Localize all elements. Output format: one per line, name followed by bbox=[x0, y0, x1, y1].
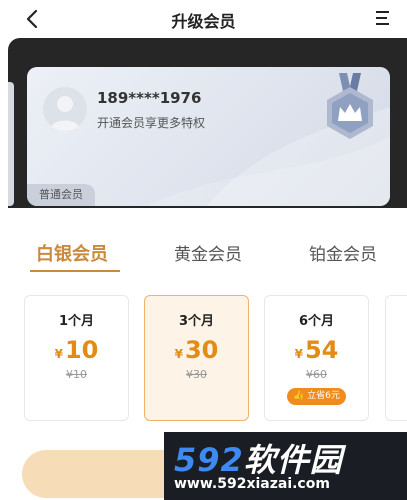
menu-icon[interactable] bbox=[373, 8, 393, 28]
membership-tabs: 白银会员 黄金会员 铂金会员 bbox=[0, 232, 407, 277]
watermark-digits: 592 bbox=[174, 441, 244, 479]
currency-symbol: ¥ bbox=[174, 347, 183, 361]
original-price: ¥60 bbox=[306, 368, 327, 381]
currency-symbol: ¥ bbox=[294, 347, 303, 361]
tab-platinum[interactable]: 铂金会员 bbox=[309, 240, 377, 265]
tab-silver[interactable]: 白银会员 bbox=[36, 240, 108, 266]
price-value: 54 bbox=[304, 336, 339, 364]
plan-duration: 3个月 bbox=[178, 314, 215, 329]
plan-card-3-months[interactable]: 3个月 ¥30 ¥30 bbox=[144, 295, 249, 421]
plan-duration: 6个月 bbox=[298, 314, 335, 329]
original-price: ¥30 bbox=[186, 368, 207, 381]
watermark-text: 软件园 bbox=[243, 441, 343, 479]
tab-gold[interactable]: 黄金会员 bbox=[174, 240, 242, 265]
plan-duration: 1个月 bbox=[58, 314, 95, 329]
active-tab-indicator bbox=[30, 270, 120, 272]
thumbs-up-icon: 👍 bbox=[293, 391, 305, 401]
original-price: ¥10 bbox=[66, 368, 87, 381]
watermark-logo: 592软件园 bbox=[174, 435, 343, 481]
plan-card-6-months[interactable]: 6个月 ¥54 ¥60 👍 立省6元 bbox=[264, 295, 369, 421]
savings-badge: 👍 立省6元 bbox=[287, 388, 346, 405]
plan-card-1-month[interactable]: 1个月 ¥10 ¥10 bbox=[24, 295, 129, 421]
plan-price: ¥30 bbox=[145, 336, 248, 364]
member-level-badge: 普通会员 bbox=[27, 184, 95, 206]
price-value: 10 bbox=[64, 336, 99, 364]
plan-price: ¥10 bbox=[25, 336, 128, 364]
user-phone: 189****1976 bbox=[97, 89, 202, 107]
previous-card-edge[interactable] bbox=[8, 82, 14, 206]
next-plan-card-edge[interactable] bbox=[385, 295, 407, 421]
membership-card: 189****1976 开通会员享更多特权 普通会员 bbox=[27, 67, 390, 206]
savings-text: 立省6元 bbox=[307, 391, 340, 401]
watermark-overlay: 592软件园 www.592xiazai.com bbox=[164, 432, 407, 500]
currency-symbol: ¥ bbox=[54, 347, 63, 361]
top-bar: 升级会员 bbox=[0, 0, 407, 38]
watermark-url: www.592xiazai.com bbox=[174, 476, 330, 492]
crown-medal-icon bbox=[327, 73, 373, 139]
page-title: 升级会员 bbox=[171, 12, 236, 31]
avatar-placeholder-icon bbox=[49, 96, 81, 131]
promo-text: 开通会员享更多特权 bbox=[97, 116, 206, 130]
price-value: 30 bbox=[184, 336, 219, 364]
plan-price: ¥54 bbox=[265, 336, 368, 364]
avatar[interactable] bbox=[43, 87, 87, 131]
